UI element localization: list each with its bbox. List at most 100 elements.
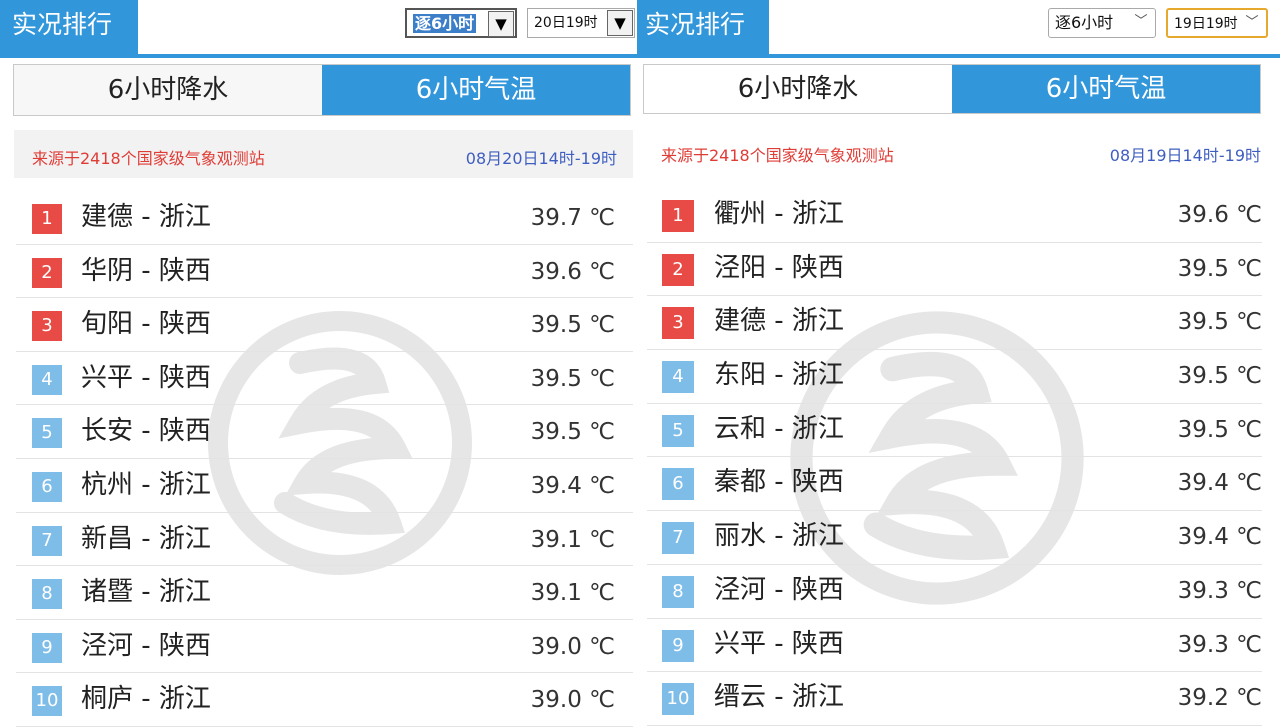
rank-badge: 6	[662, 468, 694, 501]
station-name: 诸暨 - 浙江	[81, 577, 211, 608]
tab-temperature[interactable]: 6小时气温	[952, 65, 1260, 113]
ranking-row: 2 华阴 - 陕西 39.6 ℃	[16, 245, 633, 299]
ranking-list: 1 衢州 - 浙江 39.6 ℃ 2 泾阳 - 陕西 39.5 ℃ 3 建德 - 浙江 39.5…	[647, 189, 1262, 726]
station-name: 泾河 - 陕西	[714, 574, 844, 605]
ranking-row: 5 长安 - 陕西 39.5 ℃	[16, 405, 633, 459]
station-name: 桐庐 - 浙江	[81, 684, 211, 715]
info-bar: 来源于2418个国家级气象观测站 08月20日14时-19时	[14, 130, 633, 178]
rank-badge: 3	[662, 307, 694, 340]
rank-badge: 7	[662, 522, 694, 555]
temperature-value: 39.1 ℃	[530, 526, 615, 553]
panel-title: 实况排行	[0, 0, 138, 54]
date-select[interactable]: 19日19时 ﹀	[1166, 8, 1268, 38]
period-select[interactable]: 逐6小时 ▼	[405, 8, 517, 38]
chevron-down-icon[interactable]: ▼	[607, 10, 633, 36]
period-select[interactable]: 逐6小时 ﹀	[1048, 8, 1156, 38]
tab-precipitation[interactable]: 6小时降水	[14, 65, 322, 115]
ranking-row: 10 桐庐 - 浙江 39.0 ℃	[16, 673, 633, 727]
tab-bar: 6小时降水 6小时气温	[643, 64, 1261, 114]
ranking-row: 8 泾河 - 陕西 39.3 ℃	[647, 565, 1262, 619]
station-name: 泾河 - 陕西	[81, 630, 211, 661]
station-name: 缙云 - 浙江	[714, 682, 844, 713]
station-name: 杭州 - 浙江	[81, 469, 211, 500]
ranking-panel-right: 实况排行 逐6小时 ﹀ 19日19时 ﹀ 6小时降水 6小时气温 来源于2418…	[637, 0, 1280, 728]
ranking-row: 4 兴平 - 陕西 39.5 ℃	[16, 352, 633, 406]
temperature-value: 39.3 ℃	[1177, 577, 1262, 604]
ranking-row: 8 诸暨 - 浙江 39.1 ℃	[16, 566, 633, 620]
rank-badge: 4	[32, 364, 62, 395]
station-name: 丽水 - 浙江	[714, 521, 844, 552]
station-name: 旬阳 - 陕西	[81, 309, 211, 340]
rank-badge: 8	[32, 579, 62, 610]
temperature-value: 39.5 ℃	[1177, 309, 1262, 336]
temperature-value: 39.5 ℃	[1177, 363, 1262, 390]
ranking-row: 4 东阳 - 浙江 39.5 ℃	[647, 350, 1262, 404]
ranking-row: 7 丽水 - 浙江 39.4 ℃	[647, 511, 1262, 565]
source-text: 来源于2418个国家级气象观测站	[32, 149, 265, 168]
temperature-value: 39.4 ℃	[1177, 524, 1262, 551]
station-name: 兴平 - 陕西	[81, 362, 211, 393]
time-range: 08月19日14时-19时	[1109, 146, 1261, 165]
station-name: 兴平 - 陕西	[714, 628, 844, 659]
rank-badge: 10	[32, 686, 62, 717]
ranking-list: 1 建德 - 浙江 39.7 ℃ 2 华阴 - 陕西 39.6 ℃ 3 旬阳 - 陕西 39.5…	[16, 191, 633, 727]
station-name: 衢州 - 浙江	[714, 199, 844, 229]
rank-badge: 6	[32, 471, 62, 502]
rank-badge: 9	[32, 632, 62, 663]
station-name: 泾阳 - 陕西	[714, 252, 844, 283]
ranking-row: 9 兴平 - 陕西 39.3 ℃	[647, 619, 1262, 673]
ranking-row: 1 建德 - 浙江 39.7 ℃	[16, 191, 633, 245]
info-bar: 来源于2418个国家级气象观测站 08月19日14时-19时	[643, 130, 1261, 178]
date-select-value: 19日19时	[1174, 16, 1238, 32]
station-name: 云和 - 浙江	[714, 413, 844, 444]
source-text: 来源于2418个国家级气象观测站	[661, 146, 894, 165]
ranking-row: 3 建德 - 浙江 39.5 ℃	[647, 296, 1262, 351]
station-name: 华阴 - 陕西	[81, 255, 211, 286]
panel-header: 实况排行 逐6小时 ▼ 20日19时 ▼	[0, 0, 637, 58]
ranking-row: 1 衢州 - 浙江 39.6 ℃	[647, 189, 1262, 243]
ranking-row: 3 旬阳 - 陕西 39.5 ℃	[16, 298, 633, 352]
temperature-value: 39.5 ℃	[530, 419, 615, 446]
temperature-value: 39.5 ℃	[530, 365, 615, 392]
chevron-down-icon[interactable]: ﹀	[1128, 10, 1154, 36]
period-select-value: 逐6小时	[413, 14, 477, 33]
tab-temperature[interactable]: 6小时气温	[322, 65, 630, 115]
ranking-row: 9 泾河 - 陕西 39.0 ℃	[16, 620, 633, 674]
chevron-down-icon[interactable]: ▼	[488, 11, 514, 37]
temperature-value: 39.5 ℃	[1177, 255, 1262, 282]
rank-badge: 9	[662, 629, 694, 662]
date-select[interactable]: 20日19时 ▼	[527, 8, 635, 38]
period-select-value: 逐6小时	[1055, 13, 1114, 32]
tab-precipitation[interactable]: 6小时降水	[644, 65, 952, 113]
station-name: 秦都 - 陕西	[714, 467, 844, 498]
rank-badge: 3	[32, 311, 62, 342]
rank-badge: 1	[662, 200, 694, 232]
rank-badge: 1	[32, 204, 62, 234]
ranking-row: 2 泾阳 - 陕西 39.5 ℃	[647, 243, 1262, 297]
station-name: 建德 - 浙江	[81, 202, 211, 232]
temperature-value: 39.0 ℃	[530, 633, 615, 660]
panel-header: 实况排行 逐6小时 ﹀ 19日19时 ﹀	[637, 0, 1280, 58]
ranking-row: 10 缙云 - 浙江 39.2 ℃	[647, 672, 1262, 726]
temperature-value: 39.0 ℃	[530, 687, 615, 714]
rank-badge: 2	[662, 253, 694, 286]
ranking-row: 7 新昌 - 浙江 39.1 ℃	[16, 513, 633, 567]
date-select-value: 20日19时	[534, 15, 598, 31]
time-range: 08月20日14时-19时	[465, 149, 617, 168]
rank-badge: 5	[32, 418, 62, 449]
temperature-value: 39.3 ℃	[1177, 631, 1262, 658]
temperature-value: 39.5 ℃	[530, 312, 615, 339]
temperature-value: 39.6 ℃	[530, 258, 615, 285]
temperature-value: 39.4 ℃	[1177, 470, 1262, 497]
station-name: 新昌 - 浙江	[81, 523, 211, 554]
temperature-value: 39.7 ℃	[530, 205, 615, 231]
rank-badge: 7	[32, 525, 62, 556]
rank-badge: 2	[32, 257, 62, 288]
chevron-down-icon[interactable]: ﹀	[1239, 11, 1265, 37]
station-name: 长安 - 陕西	[81, 416, 211, 447]
rank-badge: 10	[662, 683, 694, 716]
temperature-value: 39.1 ℃	[530, 580, 615, 607]
ranking-row: 6 杭州 - 浙江 39.4 ℃	[16, 459, 633, 513]
temperature-value: 39.5 ℃	[1177, 416, 1262, 443]
tab-bar: 6小时降水 6小时气温	[13, 64, 631, 116]
